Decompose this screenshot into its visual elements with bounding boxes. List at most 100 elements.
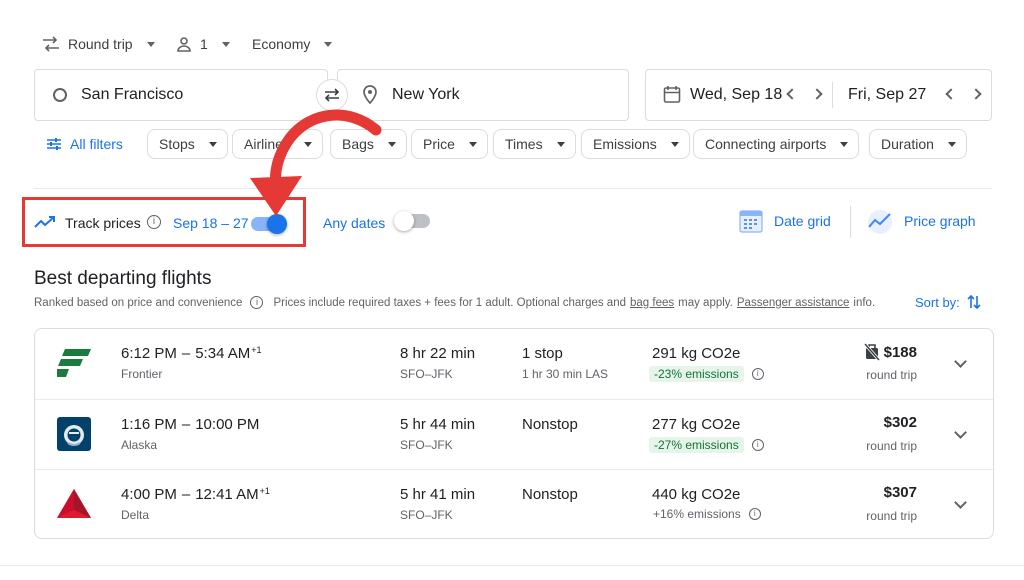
passengers-select[interactable]: 1: [176, 30, 230, 58]
info-icon[interactable]: i: [147, 215, 161, 229]
airline-name: Frontier: [121, 367, 163, 381]
date-range-field[interactable]: Wed, Sep 18 Fri, Sep 27: [645, 69, 992, 121]
chevron-left-icon[interactable]: [786, 88, 798, 100]
stops: 1 stop: [522, 345, 563, 362]
filter-chip-times[interactable]: Times: [493, 129, 576, 159]
route: SFO–JFK: [400, 438, 453, 452]
price: $188: [883, 343, 917, 361]
layover: 1 hr 30 min LAS: [522, 367, 609, 381]
emissions-row: +16% emissions i: [653, 507, 761, 521]
results-notes: Ranked based on price and convenience i …: [34, 296, 875, 309]
route: SFO–JFK: [400, 367, 453, 381]
emissions-row: -27% emissions i: [649, 437, 764, 453]
may-apply-text: may apply.: [678, 296, 733, 309]
chip-label: Price: [423, 136, 455, 152]
airline-name: Alaska: [121, 438, 158, 452]
sort-by-button[interactable]: Sort by:: [915, 294, 982, 310]
depart-time: 6:12 PM: [121, 345, 177, 362]
expand-chevron-icon[interactable]: [954, 496, 967, 509]
chevron-down-icon: [208, 141, 217, 147]
passengers-count: 1: [200, 36, 208, 52]
any-dates-toggle[interactable]: [394, 211, 430, 231]
info-text: info.: [853, 296, 876, 309]
chevron-down-icon: [387, 141, 396, 147]
calendar-icon: [663, 86, 681, 103]
filter-chip-duration[interactable]: Duration: [869, 129, 967, 159]
duration: 5 hr 41 min: [400, 486, 476, 503]
person-icon: [177, 37, 191, 52]
all-filters-button[interactable]: All filters: [46, 136, 123, 152]
price: $307: [883, 484, 917, 501]
info-icon[interactable]: i: [250, 296, 264, 309]
chevron-right-icon[interactable]: [811, 88, 823, 100]
toggle-knob: [394, 211, 414, 231]
price-block: $188: [863, 343, 917, 361]
swap-icon: [324, 88, 340, 102]
section-divider: [34, 188, 992, 189]
chevron-down-icon: [556, 141, 565, 147]
arrive-time: 10:00 PM: [195, 416, 260, 433]
no-carry-on-bag-icon: [863, 343, 880, 361]
chevron-down-icon: [221, 41, 230, 47]
chevron-down-icon: [468, 141, 477, 147]
date-divider: [832, 82, 833, 108]
co2-amount: 277 kg CO2e: [652, 416, 741, 433]
flight-row[interactable]: 6:12 PM – 5:34 AM +1 Frontier 8 hr 22 mi…: [35, 329, 993, 399]
expand-chevron-icon[interactable]: [954, 426, 967, 439]
info-icon[interactable]: i: [751, 368, 764, 380]
ranked-note: Ranked based on price and convenience: [34, 296, 243, 309]
swap-arrows-icon: [43, 36, 59, 52]
route: SFO–JFK: [400, 508, 453, 522]
frontier-logo-icon: [57, 349, 91, 377]
chip-label: Times: [505, 136, 543, 152]
sort-arrows-icon: [967, 294, 981, 310]
bag-fees-link[interactable]: bag fees: [630, 297, 674, 309]
date-grid-label: Date grid: [774, 213, 831, 229]
trip-type-select[interactable]: Round trip: [42, 30, 155, 58]
emissions-text: +16% emissions: [653, 507, 741, 521]
tune-icon: [47, 138, 61, 150]
cabin-class-select[interactable]: Economy: [252, 30, 333, 58]
flight-results-list: 6:12 PM – 5:34 AM +1 Frontier 8 hr 22 mi…: [34, 328, 994, 539]
price-graph-button[interactable]: Price graph: [866, 208, 976, 234]
return-date[interactable]: Fri, Sep 27: [848, 86, 926, 104]
trip-type-label: Round trip: [68, 36, 133, 52]
date-grid-icon: [739, 210, 763, 233]
passenger-assistance-link[interactable]: Passenger assistance: [737, 297, 850, 309]
chevron-down-icon: [146, 41, 155, 47]
annotation-arrow-icon: [250, 109, 382, 216]
depart-date[interactable]: Wed, Sep 18: [690, 86, 782, 104]
flight-row[interactable]: 4:00 PM – 12:41 AM +1 Delta 5 hr 41 min …: [35, 469, 993, 538]
info-icon[interactable]: i: [751, 439, 764, 451]
cabin-class-label: Economy: [252, 36, 311, 52]
price-type: round trip: [866, 439, 917, 453]
info-icon[interactable]: i: [748, 508, 761, 520]
alaska-logo-icon: [57, 417, 91, 451]
filter-chip-price[interactable]: Price: [411, 129, 488, 159]
emissions-badge: -23% emissions: [649, 366, 744, 382]
chip-label: Stops: [159, 136, 195, 152]
duration: 5 hr 44 min: [400, 416, 476, 433]
chevron-left-icon[interactable]: [945, 88, 957, 100]
date-grid-button[interactable]: Date grid: [738, 208, 831, 234]
sort-by-label: Sort by:: [915, 294, 960, 310]
destination-value: New York: [392, 86, 460, 103]
filter-chip-connecting-airports[interactable]: Connecting airports: [693, 129, 860, 159]
bottom-divider: [0, 565, 1024, 566]
views-divider: [850, 206, 851, 238]
filter-chip-emissions[interactable]: Emissions: [581, 129, 690, 159]
co2-amount: 440 kg CO2e: [652, 486, 741, 503]
price-graph-icon: [868, 210, 892, 234]
flight-row[interactable]: 1:16 PM – 10:00 PM Alaska 5 hr 44 min SF…: [35, 399, 993, 469]
plus-day: +1: [259, 486, 270, 496]
results-title: Best departing flights: [34, 268, 212, 289]
origin-circle-icon: [53, 88, 67, 102]
filter-chip-stops[interactable]: Stops: [147, 129, 228, 159]
co2-amount: 291 kg CO2e: [652, 345, 741, 362]
chip-label: Duration: [881, 136, 934, 152]
chevron-right-icon[interactable]: [970, 88, 982, 100]
expand-chevron-icon[interactable]: [954, 355, 967, 368]
depart-time: 4:00 PM: [121, 486, 177, 503]
flight-times: 6:12 PM – 5:34 AM +1: [121, 345, 262, 362]
duration: 8 hr 22 min: [400, 345, 476, 362]
